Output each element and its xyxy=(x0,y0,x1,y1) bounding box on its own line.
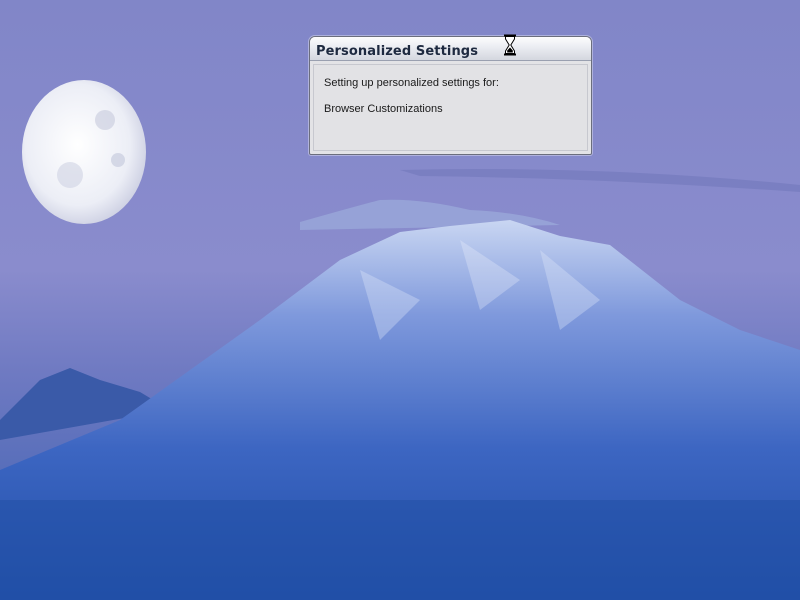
personalized-settings-dialog: Personalized Settings Setting up persona… xyxy=(309,36,592,155)
hourglass-icon xyxy=(504,34,516,56)
setup-message: Setting up personalized settings for: xyxy=(324,77,499,89)
dialog-titlebar[interactable]: Personalized Settings xyxy=(310,37,591,61)
setup-component: Browser Customizations xyxy=(324,103,443,115)
moon xyxy=(22,80,146,224)
dialog-title: Personalized Settings xyxy=(316,44,479,59)
dialog-body: Setting up personalized settings for: Br… xyxy=(313,64,588,151)
